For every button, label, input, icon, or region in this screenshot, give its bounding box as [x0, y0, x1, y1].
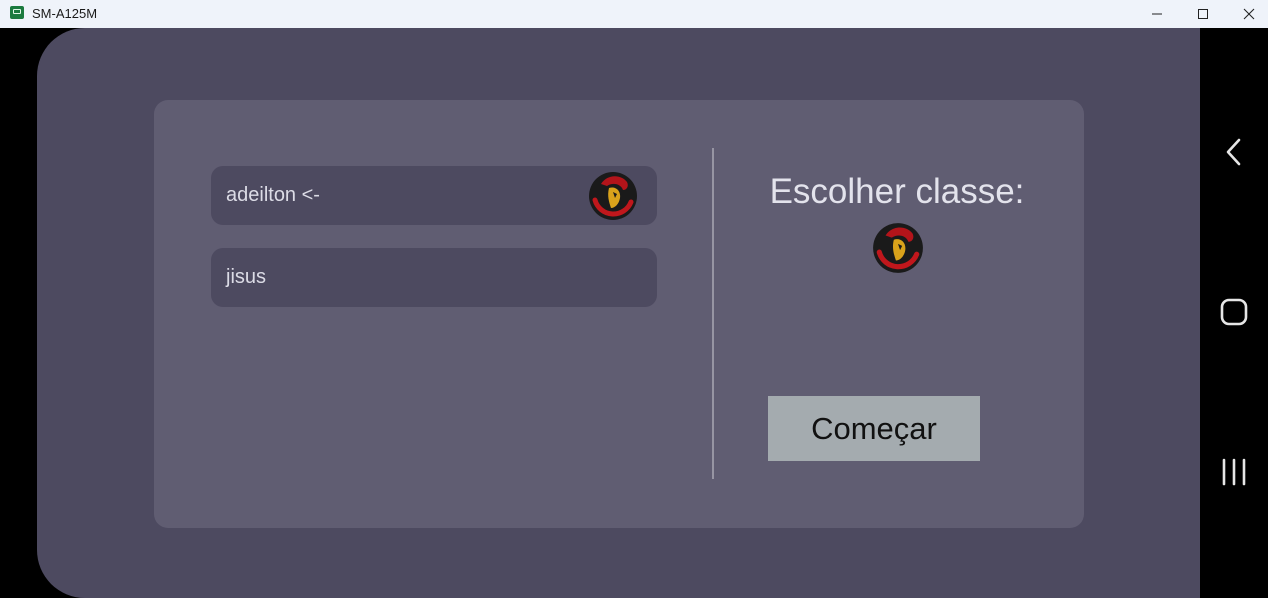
- lobby-card: adeilton <- jisus Escolher classe: Começ…: [154, 100, 1084, 528]
- home-icon: [1220, 298, 1248, 326]
- back-chevron-icon: [1226, 138, 1241, 166]
- android-navigation-bar: [1200, 28, 1268, 598]
- window-titlebar: SM-A125M: [0, 0, 1268, 28]
- close-icon: [1243, 8, 1255, 20]
- close-button[interactable]: [1226, 0, 1268, 28]
- player-name: jisus: [226, 266, 267, 288]
- minimize-icon: [1152, 13, 1162, 15]
- back-button[interactable]: [1200, 122, 1268, 182]
- start-button[interactable]: Começar: [768, 396, 980, 461]
- player-name: adeilton <-: [226, 184, 320, 206]
- panel-divider: [712, 148, 714, 479]
- player-row[interactable]: jisus: [211, 248, 657, 307]
- choose-class-title: Escolher classe:: [769, 172, 1025, 211]
- app-icon: [10, 6, 24, 19]
- recent-apps-button[interactable]: [1200, 442, 1268, 502]
- red-warrior-class-icon[interactable]: [871, 221, 925, 275]
- recent-apps-icon: [1222, 458, 1246, 486]
- home-button[interactable]: [1200, 282, 1268, 342]
- window-title: SM-A125M: [32, 6, 98, 21]
- player-row[interactable]: adeilton <-: [211, 166, 657, 225]
- maximize-button[interactable]: [1180, 0, 1226, 28]
- red-warrior-class-icon: [589, 172, 637, 220]
- maximize-icon: [1198, 9, 1208, 19]
- minimize-button[interactable]: [1134, 0, 1180, 28]
